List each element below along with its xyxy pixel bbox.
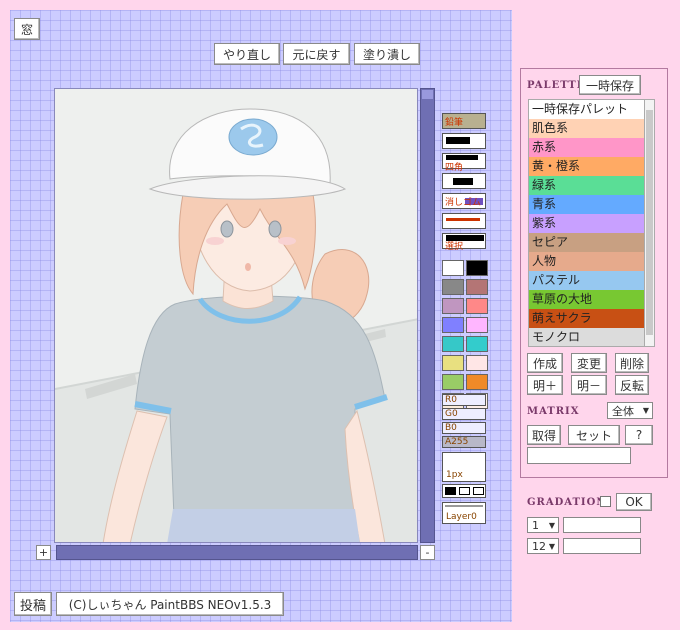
tool-select[interactable]: 選択: [442, 233, 486, 252]
palette-item[interactable]: 肌色系: [529, 119, 644, 138]
palette-item[interactable]: 一時保存パレット: [529, 100, 644, 119]
post-button[interactable]: 投稿: [14, 592, 52, 616]
layer-label: Layer0: [446, 512, 477, 522]
zoom-out-button[interactable]: -: [420, 545, 435, 560]
palette-item[interactable]: 緑系: [529, 176, 644, 195]
gradation-select-2-value: 12: [532, 539, 546, 553]
matrix-set-button[interactable]: セット: [568, 425, 620, 445]
tool-rect-label: 四角: [445, 163, 464, 173]
gradation-title: GRADATION: [527, 497, 607, 508]
tool-eraser-label: 消しゴム: [445, 198, 482, 208]
horizontal-scrollbar[interactable]: [56, 545, 418, 560]
tool-pencil[interactable]: 鉛筆: [442, 113, 486, 129]
gradation-color-2[interactable]: [563, 538, 641, 554]
matrix-get-button[interactable]: 取得: [527, 425, 561, 445]
palette-item[interactable]: セピア: [529, 233, 644, 252]
blue-slider[interactable]: B0: [442, 422, 486, 434]
color-swatch[interactable]: [466, 279, 488, 295]
tool-copy[interactable]: [442, 173, 486, 189]
brush-size-slider[interactable]: 1px: [442, 452, 486, 482]
undo-button[interactable]: 元に戻す: [283, 43, 350, 65]
change-button[interactable]: 変更: [571, 353, 607, 373]
color-swatch[interactable]: [442, 260, 464, 276]
delete-button[interactable]: 削除: [615, 353, 649, 373]
fill-button[interactable]: 塗り潰し: [354, 43, 420, 65]
gradation-checkbox[interactable]: [600, 496, 611, 507]
palette-item[interactable]: 草原の大地: [529, 290, 644, 309]
color-swatch[interactable]: [466, 355, 488, 371]
chevron-down-icon: ▼: [548, 520, 555, 530]
paint-app: 窓 やり直し 元に戻す 塗り潰し + - 鉛筆 四角 消しゴム 選択 R0 G0…: [10, 10, 512, 622]
color-swatch[interactable]: [466, 336, 488, 352]
color-swatch[interactable]: [442, 336, 464, 352]
artwork-illustration: [55, 89, 417, 542]
matrix-scope-value: 全体: [612, 404, 634, 418]
matrix-help-button[interactable]: ?: [625, 425, 653, 445]
redo-button[interactable]: やり直し: [214, 43, 280, 65]
zoom-in-button[interactable]: +: [36, 545, 51, 560]
credit-link[interactable]: (C)しぃちゃん PaintBBS NEOv1.5.3: [56, 592, 284, 616]
tool-pencil-label: 鉛筆: [445, 118, 464, 128]
gradation-ok-button[interactable]: OK: [616, 493, 652, 511]
darker-button[interactable]: 明－: [571, 375, 607, 395]
palette-list[interactable]: 一時保存パレット 肌色系 赤系 黄・橙系 緑系 青系 紫系 セピア 人物 パステル 草原の大地 萌えサ…: [528, 99, 645, 347]
matrix-scope-select[interactable]: 全体 ▼: [607, 402, 653, 419]
palette-item[interactable]: 人物: [529, 252, 644, 271]
palette-item[interactable]: パステル: [529, 271, 644, 290]
color-swatch[interactable]: [442, 298, 464, 314]
color-swatch[interactable]: [442, 374, 464, 390]
line-width-selector[interactable]: [442, 484, 486, 498]
green-slider[interactable]: G0: [442, 408, 486, 420]
gradation-color-1[interactable]: [563, 517, 641, 533]
invert-button[interactable]: 反転: [615, 375, 649, 395]
gradation-select-2[interactable]: 12 ▼: [527, 538, 559, 554]
vertical-scrollbar[interactable]: [420, 88, 435, 543]
chevron-down-icon: ▼: [642, 406, 649, 415]
tool-select-mode[interactable]: [442, 213, 486, 229]
gradation-select-1-value: 1: [532, 518, 539, 532]
red-slider[interactable]: R0: [442, 394, 486, 406]
drawing-canvas[interactable]: [54, 88, 418, 543]
tool-brush[interactable]: [442, 133, 486, 149]
brush-size-label: 1px: [446, 470, 463, 480]
palette-item[interactable]: 紫系: [529, 214, 644, 233]
brighter-button[interactable]: 明＋: [527, 375, 563, 395]
chevron-down-icon: ▼: [548, 541, 555, 551]
palette-item[interactable]: 黄・橙系: [529, 157, 644, 176]
palette-item[interactable]: 青系: [529, 195, 644, 214]
color-swatch[interactable]: [466, 317, 488, 333]
matrix-title: MATRIX: [527, 406, 580, 417]
layer-selector[interactable]: Layer0: [442, 502, 486, 524]
palette-scrollbar[interactable]: [645, 99, 655, 347]
palette-item[interactable]: 赤系: [529, 138, 644, 157]
palette-item[interactable]: モノクロ: [529, 328, 644, 346]
alpha-slider[interactable]: A255: [442, 436, 486, 448]
create-button[interactable]: 作成: [527, 353, 563, 373]
tool-eraser[interactable]: 消しゴム: [442, 193, 486, 209]
color-swatch[interactable]: [442, 317, 464, 333]
color-swatch[interactable]: [442, 355, 464, 371]
gradation-select-1[interactable]: 1 ▼: [527, 517, 559, 533]
matrix-textarea[interactable]: [527, 447, 631, 464]
tool-rect[interactable]: 四角: [442, 153, 486, 173]
color-swatch[interactable]: [466, 298, 488, 314]
color-swatch[interactable]: [466, 260, 488, 276]
color-swatch[interactable]: [466, 374, 488, 390]
palette-panel: PALETTE 一時保存 一時保存パレット 肌色系 赤系 黄・橙系 緑系 青系 紫系 セピア人…: [520, 68, 668, 478]
tool-select-label: 選択: [445, 242, 464, 252]
color-swatch[interactable]: [442, 279, 464, 295]
palette-title: PALETTE: [527, 80, 586, 91]
palette-item[interactable]: 萌えサクラ: [529, 309, 644, 328]
window-button[interactable]: 窓: [14, 18, 40, 40]
temp-save-button[interactable]: 一時保存: [579, 75, 641, 95]
